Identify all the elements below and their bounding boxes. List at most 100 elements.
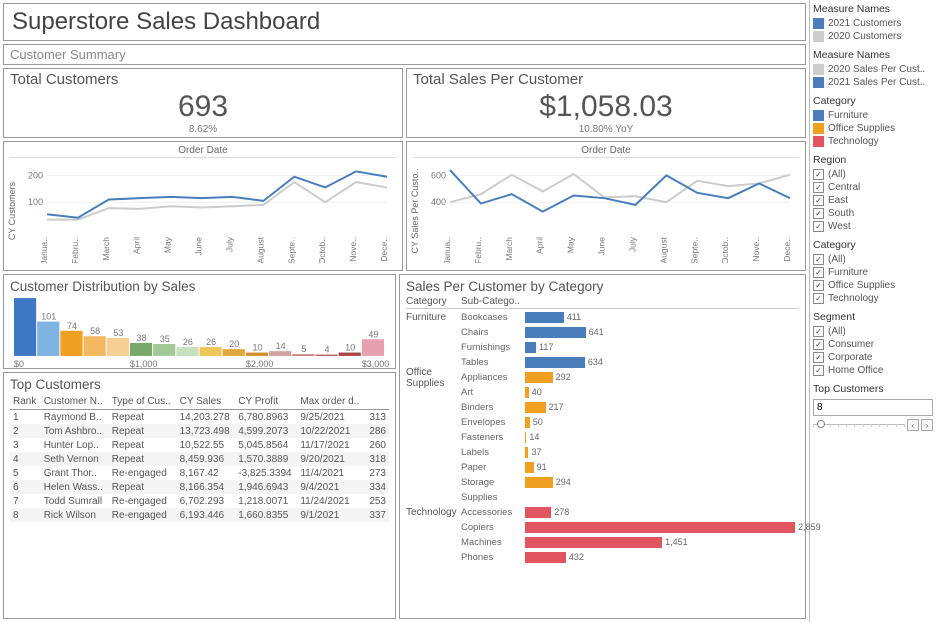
svg-text:$2,000: $2,000 xyxy=(246,359,273,368)
checkbox-icon[interactable]: ✓ xyxy=(813,195,824,206)
filter-item[interactable]: ✓East xyxy=(813,194,933,207)
legend-item[interactable]: 2020 Customers xyxy=(813,30,933,43)
legend-item[interactable]: Office Supplies xyxy=(813,122,933,135)
hbar-row[interactable]: Binders217 xyxy=(406,400,799,415)
svg-text:53: 53 xyxy=(113,328,123,338)
legend3-title: Category xyxy=(813,95,933,107)
chart-cy-sales-per-customer[interactable]: Order Date 400600Janua..Febru..MarchApri… xyxy=(406,141,806,271)
slider-prev-button[interactable]: ‹ xyxy=(907,419,919,431)
legend-item[interactable]: Furniture xyxy=(813,109,933,122)
kpi1-title: Total Customers xyxy=(10,71,396,88)
table-header[interactable] xyxy=(365,394,389,410)
table-row[interactable]: 8Rick WilsonRe-engaged6,193.4461,660.835… xyxy=(10,508,389,522)
hbar-row[interactable]: Copiers2,859 xyxy=(406,520,799,535)
hbar-row[interactable]: Chairs641 xyxy=(406,325,799,340)
svg-text:Septe..: Septe.. xyxy=(689,237,699,263)
svg-text:June: June xyxy=(194,237,204,256)
hbar-row[interactable]: Supplies xyxy=(406,490,799,505)
checkbox-icon[interactable]: ✓ xyxy=(813,254,824,265)
table-header[interactable]: CY Profit xyxy=(235,394,297,410)
hbar-row[interactable]: Machines1,451 xyxy=(406,535,799,550)
kpi-total-customers: Total Customers 693 8.62% xyxy=(3,68,403,138)
legend-item[interactable]: Technology xyxy=(813,135,933,148)
filter-item[interactable]: ✓(All) xyxy=(813,168,933,181)
hbar-row[interactable]: Office SuppliesAppliances292 xyxy=(406,370,799,385)
filter-item[interactable]: ✓South xyxy=(813,207,933,220)
svg-text:April: April xyxy=(535,237,545,254)
hbar-row[interactable]: Phones432 xyxy=(406,550,799,565)
table-row[interactable]: 4Seth VernonRepeat8,459.9361,570.38899/2… xyxy=(10,452,389,466)
filter-item[interactable]: ✓Furniture xyxy=(813,266,933,279)
top-customers-input[interactable] xyxy=(813,399,933,416)
dashboard-title: Superstore Sales Dashboard xyxy=(12,8,797,36)
legend-item[interactable]: 2020 Sales Per Cust.. xyxy=(813,63,933,76)
filter-item[interactable]: ✓(All) xyxy=(813,325,933,338)
filter-item[interactable]: ✓Consumer xyxy=(813,338,933,351)
hbar-row[interactable]: FurnitureBookcases411 xyxy=(406,310,799,325)
filter-item[interactable]: ✓Corporate xyxy=(813,351,933,364)
svg-text:5: 5 xyxy=(301,344,306,354)
filter-region-title: Region xyxy=(813,154,933,166)
checkbox-icon[interactable]: ✓ xyxy=(813,169,824,180)
filter-item[interactable]: ✓Technology xyxy=(813,292,933,305)
table-header[interactable]: Type of Cus.. xyxy=(109,394,177,410)
title-panel: Superstore Sales Dashboard xyxy=(3,3,806,41)
hbar-row[interactable]: Storage294 xyxy=(406,475,799,490)
table-row[interactable]: 6Helen Wass..Repeat8,166.3541,946.69439/… xyxy=(10,480,389,494)
slider-thumb[interactable] xyxy=(817,420,825,428)
checkbox-icon[interactable]: ✓ xyxy=(813,352,824,363)
checkbox-icon[interactable]: ✓ xyxy=(813,267,824,278)
table-header[interactable]: Customer N.. xyxy=(41,394,109,410)
table-row[interactable]: 2Tom Ashbro..Repeat13,723.4984,599.20731… xyxy=(10,424,389,438)
filter-item[interactable]: ✓Central xyxy=(813,181,933,194)
table-row[interactable]: 3Hunter Lop..Repeat10,522.555,045.856411… xyxy=(10,438,389,452)
svg-text:600: 600 xyxy=(431,170,446,180)
hbar-row[interactable]: Envelopes50 xyxy=(406,415,799,430)
top-customers-slider[interactable] xyxy=(813,420,905,430)
svg-text:May: May xyxy=(566,236,576,253)
table-header[interactable]: CY Sales xyxy=(177,394,236,410)
hbar-row[interactable]: Tables634 xyxy=(406,355,799,370)
table-row[interactable]: 5Grant Thor..Re-engaged8,167.42-3,825.33… xyxy=(10,466,389,480)
chart-cy-customers[interactable]: Order Date 100200Janua..Febru..MarchApri… xyxy=(3,141,403,271)
filter-item[interactable]: ✓Home Office xyxy=(813,364,933,377)
filter-item[interactable]: ✓West xyxy=(813,220,933,233)
legend-item[interactable]: 2021 Customers xyxy=(813,17,933,30)
hbar-row[interactable]: Furnishings117 xyxy=(406,340,799,355)
table-header[interactable]: Rank xyxy=(10,394,41,410)
checkbox-icon[interactable]: ✓ xyxy=(813,221,824,232)
table-row[interactable]: 1Raymond B..Repeat14,203.2786,780.89639/… xyxy=(10,410,389,425)
sales-per-customer-by-category-panel[interactable]: Sales Per Customer by Category Category … xyxy=(399,274,806,619)
table-row[interactable]: 7Todd SumrallRe-engaged6,702.2931,218.00… xyxy=(10,494,389,508)
chart2-xlabel: Order Date xyxy=(413,144,799,158)
top-customers-table[interactable]: RankCustomer N..Type of Cus..CY SalesCY … xyxy=(10,394,389,522)
checkbox-icon[interactable]: ✓ xyxy=(813,208,824,219)
svg-text:100: 100 xyxy=(28,197,43,207)
svg-text:$1,000: $1,000 xyxy=(130,359,157,368)
svg-text:14: 14 xyxy=(276,341,286,351)
hbar-row[interactable]: TechnologyAccessories278 xyxy=(406,505,799,520)
svg-text:49: 49 xyxy=(368,329,378,339)
kpi-total-sales-per-customer: Total Sales Per Customer $1,058.03 10.80… xyxy=(406,68,806,138)
checkbox-icon[interactable]: ✓ xyxy=(813,182,824,193)
table-header[interactable]: Max order d.. xyxy=(297,394,365,410)
checkbox-icon[interactable]: ✓ xyxy=(813,326,824,337)
checkbox-icon[interactable]: ✓ xyxy=(813,365,824,376)
legend-item[interactable]: 2021 Sales Per Cust.. xyxy=(813,76,933,89)
slider-next-button[interactable]: › xyxy=(921,419,933,431)
checkbox-icon[interactable]: ✓ xyxy=(813,339,824,350)
chart-customer-distribution[interactable]: Customer Distribution by Sales 170101745… xyxy=(3,274,396,369)
svg-text:35: 35 xyxy=(160,334,170,344)
hbar-row[interactable]: Art40 xyxy=(406,385,799,400)
svg-text:Febru..: Febru.. xyxy=(70,237,80,263)
hbar-row[interactable]: Paper91 xyxy=(406,460,799,475)
filter-item[interactable]: ✓Office Supplies xyxy=(813,279,933,292)
hbar-row[interactable]: Fasteners14 xyxy=(406,430,799,445)
legend-swatch xyxy=(813,64,824,75)
filter-item[interactable]: ✓(All) xyxy=(813,253,933,266)
checkbox-icon[interactable]: ✓ xyxy=(813,293,824,304)
hbar-row[interactable]: Labels37 xyxy=(406,445,799,460)
dist-title: Customer Distribution by Sales xyxy=(10,277,389,296)
subtitle: Customer Summary xyxy=(10,47,799,62)
checkbox-icon[interactable]: ✓ xyxy=(813,280,824,291)
